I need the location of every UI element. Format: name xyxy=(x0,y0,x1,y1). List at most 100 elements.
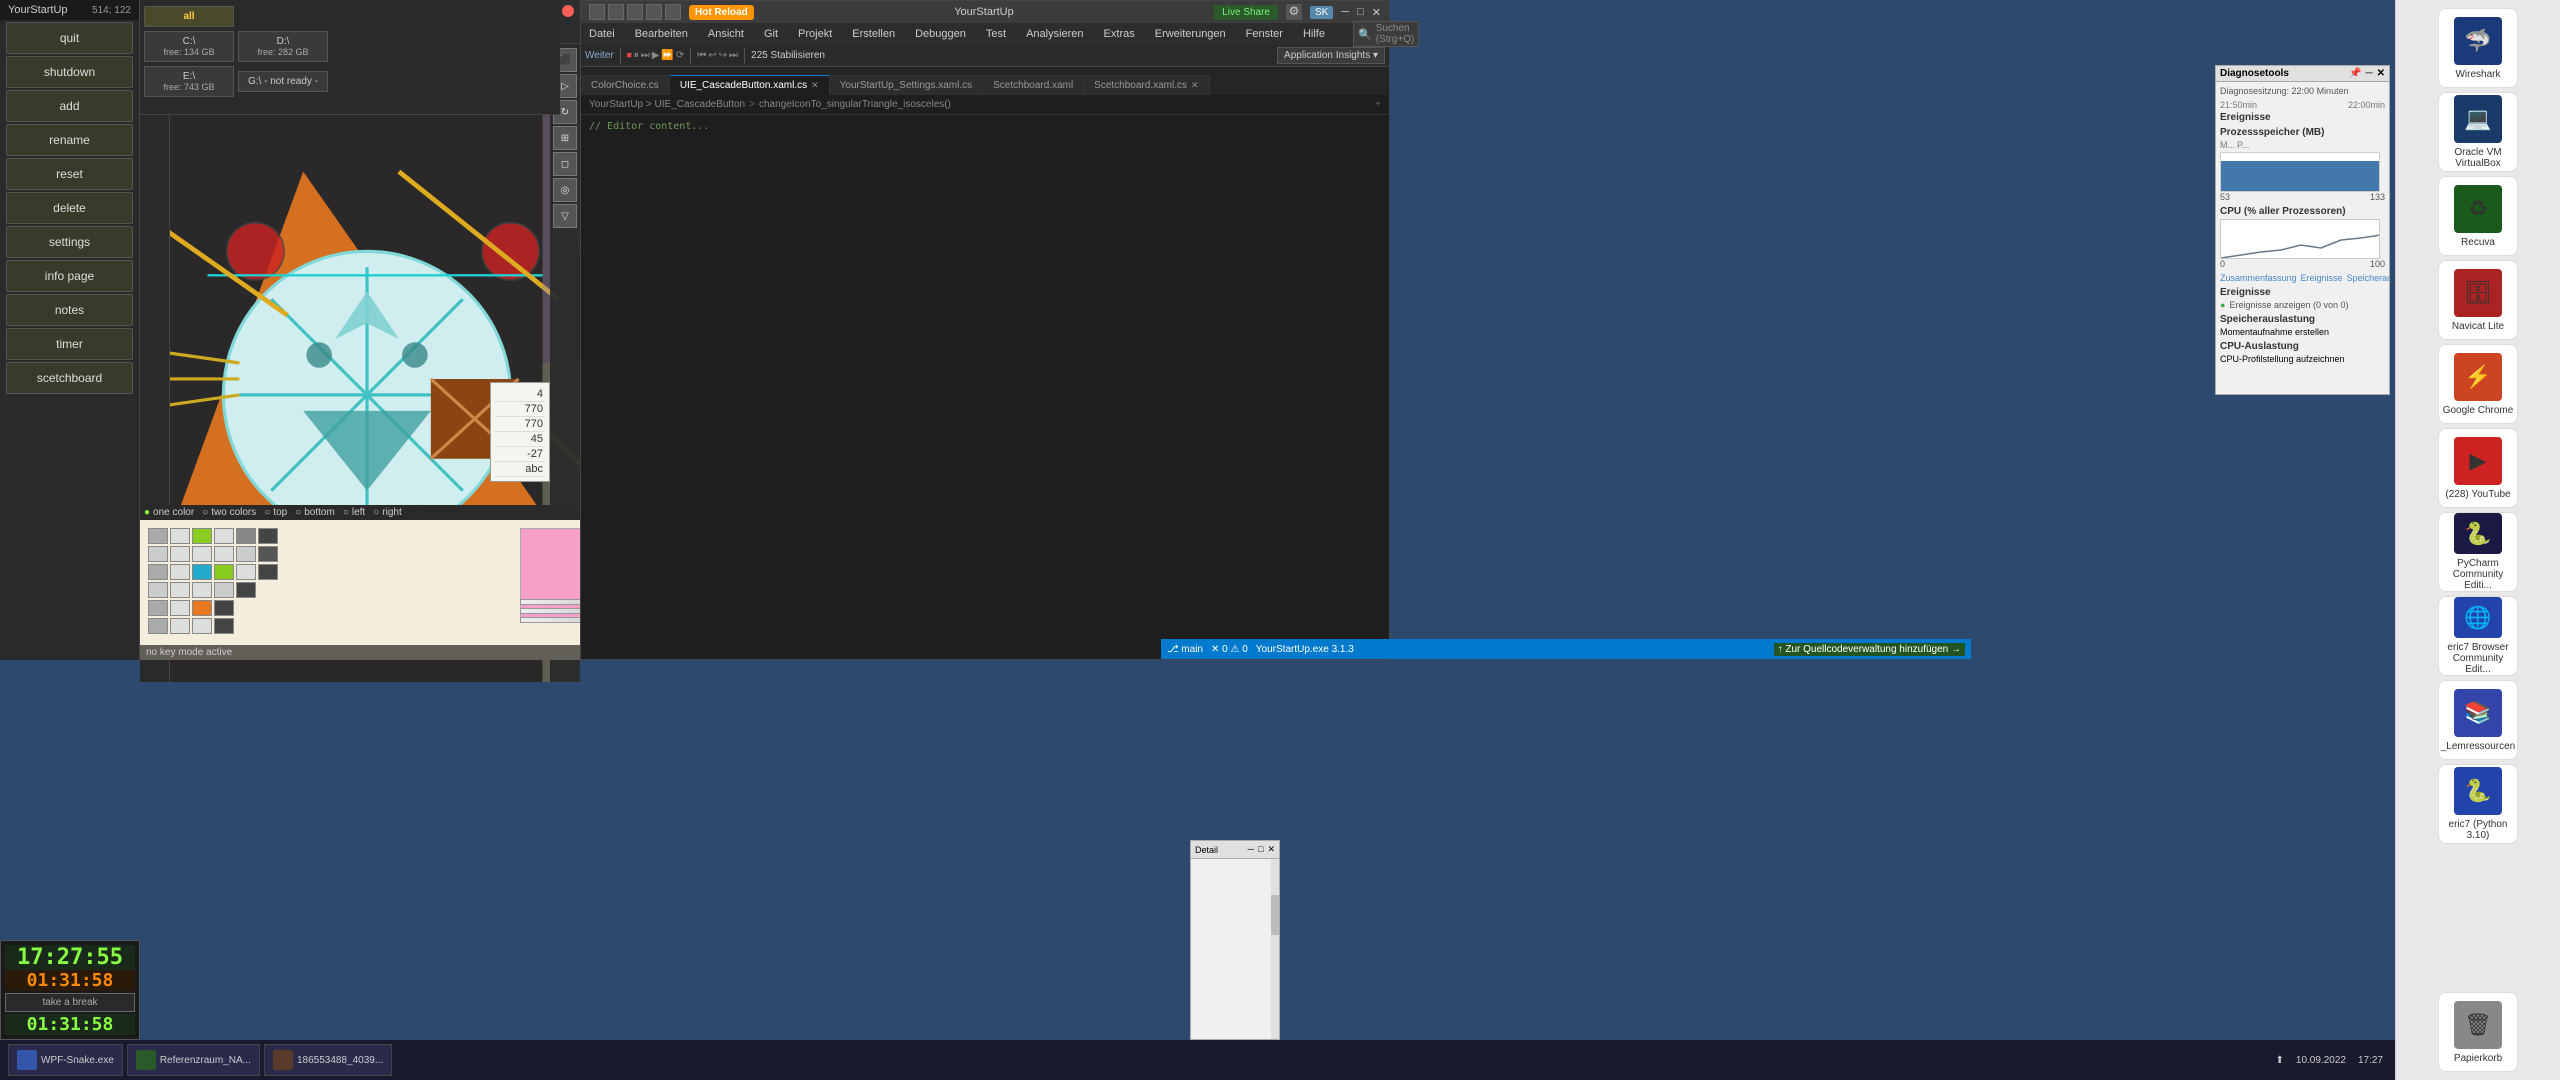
radio-top[interactable]: ○ top xyxy=(264,507,287,518)
drive-d[interactable]: D:\ free: 282 GB xyxy=(238,31,328,62)
tab-close-2[interactable]: ✕ xyxy=(1191,80,1199,91)
swatch-28[interactable] xyxy=(148,618,168,634)
vp-tool-camera[interactable]: ◻ xyxy=(553,152,577,176)
ide-editor[interactable]: // Editor content... xyxy=(581,115,1389,653)
taskbar-chrome[interactable]: ⚡ Google Chrome xyxy=(2438,344,2518,424)
step-btn[interactable]: ⏭ xyxy=(641,50,650,61)
ide-icon-2[interactable] xyxy=(608,4,624,20)
swatch-18[interactable] xyxy=(258,564,278,580)
menu-erweiterungen[interactable]: Erweiterungen xyxy=(1151,26,1230,42)
ide-icon-1[interactable] xyxy=(589,4,605,20)
diag-cpu-record-btn[interactable]: CPU-Profilstellung aufzeichnen xyxy=(2220,354,2385,364)
sidebar-btn-shutdown[interactable]: shutdown xyxy=(6,56,133,88)
swatch-29[interactable] xyxy=(170,618,190,634)
float-expand[interactable]: □ xyxy=(1258,844,1263,855)
status-sourcecode[interactable]: ↑ Zur Quellcodeverwaltung hinzufügen → xyxy=(1774,643,1965,656)
tab-cascade-button[interactable]: UIE_CascadeButton.xaml.cs ✕ xyxy=(670,75,830,95)
sidebar-btn-rename[interactable]: rename xyxy=(6,124,133,156)
swatch-26[interactable] xyxy=(192,600,212,616)
diag-minimize[interactable]: ─ xyxy=(2366,68,2373,79)
menu-bearbeiten[interactable]: Bearbeiten xyxy=(631,26,692,42)
radio-one-color[interactable]: ● one color xyxy=(144,507,194,518)
drive-all[interactable]: all xyxy=(144,6,234,27)
ide-icon-4[interactable] xyxy=(646,4,662,20)
swatch-5[interactable] xyxy=(236,528,256,544)
take-break-btn[interactable]: take a break xyxy=(5,993,135,1012)
menu-git[interactable]: Git xyxy=(760,26,782,42)
float-close[interactable]: ✕ xyxy=(1267,844,1275,855)
play3-btn[interactable]: ⟳ xyxy=(676,50,684,61)
taskbar-wpf-snake[interactable]: WPF-Snake.exe xyxy=(8,1044,123,1076)
taskbar-navicat[interactable]: 🗄 Navicat Lite xyxy=(2438,260,2518,340)
sidebar-btn-quit[interactable]: quit xyxy=(6,22,133,54)
swatch-11[interactable] xyxy=(236,546,256,562)
swatch-7[interactable] xyxy=(148,546,168,562)
diag-tab-zusammenfassung[interactable]: Zusammenfassung xyxy=(2220,273,2297,283)
diag-close-icon[interactable]: ✕ xyxy=(2377,68,2385,79)
win-maximize-ide[interactable]: □ xyxy=(1357,6,1364,18)
swatch-8[interactable] xyxy=(170,546,190,562)
tab-color-choice[interactable]: ColorChoice.cs xyxy=(581,75,670,95)
swatch-25[interactable] xyxy=(170,600,190,616)
sidebar-btn-scetchboard[interactable]: scetchboard xyxy=(6,362,133,394)
diag-tab-ereignisse[interactable]: Ereignisse xyxy=(2301,273,2343,283)
pause-btn[interactable]: ⏸ xyxy=(634,50,639,61)
tab-scetchboard-xaml[interactable]: Scetchboard.xaml xyxy=(983,75,1084,95)
menu-datei[interactable]: Datei xyxy=(585,26,619,42)
menu-fenster[interactable]: Fenster xyxy=(1242,26,1287,42)
taskbar-recuva[interactable]: ♻ Recuva xyxy=(2438,176,2518,256)
sidebar-btn-timer[interactable]: timer xyxy=(6,328,133,360)
swatch-17[interactable] xyxy=(236,564,256,580)
swatch-19[interactable] xyxy=(148,582,168,598)
sidebar-btn-add[interactable]: add xyxy=(6,90,133,122)
win-minimize-ide[interactable]: ─ xyxy=(1341,6,1349,18)
ide-settings-icon[interactable]: ⚙ xyxy=(1286,4,1302,20)
swatch-1[interactable] xyxy=(148,528,168,544)
swatch-31[interactable] xyxy=(214,618,234,634)
sidebar-btn-notes[interactable]: notes xyxy=(6,294,133,326)
vp-tool-light[interactable]: ◎ xyxy=(553,178,577,202)
menu-analysieren[interactable]: Analysieren xyxy=(1022,26,1087,42)
vp-tool-5[interactable]: ▽ xyxy=(553,204,577,228)
swatch-6[interactable] xyxy=(258,528,278,544)
float-minimize[interactable]: ─ xyxy=(1248,844,1254,855)
tab-settings[interactable]: YourStartUp_Settings.xaml.cs xyxy=(830,75,983,95)
menu-projekt[interactable]: Projekt xyxy=(794,26,836,42)
nav-btn-4[interactable]: ⏭ xyxy=(729,50,738,61)
radio-right[interactable]: ○ right xyxy=(373,507,402,518)
menu-extras[interactable]: Extras xyxy=(1100,26,1139,42)
swatch-14[interactable] xyxy=(170,564,190,580)
diag-tab-speicherauslastung[interactable]: Speicherauslastung xyxy=(2347,273,2389,283)
swatch-15[interactable] xyxy=(192,564,212,580)
menu-hilfe[interactable]: Hilfe xyxy=(1299,26,1329,42)
live-share-btn[interactable]: Live Share xyxy=(1214,5,1278,20)
tab-scetchboard-cs[interactable]: Scetchboard.xaml.cs ✕ xyxy=(1084,75,1209,95)
play2-btn[interactable]: ⏩ xyxy=(661,50,673,61)
drive-c[interactable]: C:\ free: 134 GB xyxy=(144,31,234,62)
menu-erstellen[interactable]: Erstellen xyxy=(848,26,899,42)
play-btn[interactable]: ▶ xyxy=(652,50,660,61)
taskbar-virtualbox[interactable]: 💻 Oracle VM VirtualBox xyxy=(2438,92,2518,172)
sidebar-btn-info-page[interactable]: info page xyxy=(6,260,133,292)
radio-two-colors[interactable]: ○ two colors xyxy=(202,507,256,518)
ide-icon-5[interactable] xyxy=(665,4,681,20)
taskbar-eric7-python[interactable]: 🐍 eric7 (Python 3.10) xyxy=(2438,764,2518,844)
swatch-12[interactable] xyxy=(258,546,278,562)
expand-btn[interactable]: + xyxy=(1375,99,1381,110)
menu-ansicht[interactable]: Ansicht xyxy=(704,26,748,42)
stop-btn[interactable]: ⏹ xyxy=(627,50,632,61)
taskbar-wireshark[interactable]: 🦈 Wireshark xyxy=(2438,8,2518,88)
float-scroll-thumb[interactable] xyxy=(1271,895,1279,935)
tab-close-1[interactable]: ✕ xyxy=(811,80,819,91)
radio-left[interactable]: ○ left xyxy=(343,507,365,518)
diag-pin-icon[interactable]: 📌 xyxy=(2349,68,2361,79)
ue-close-btn[interactable] xyxy=(562,5,574,17)
menu-debuggen[interactable]: Debuggen xyxy=(911,26,970,42)
app-insights-btn[interactable]: Application Insights ▾ xyxy=(1277,47,1385,64)
swatch-27[interactable] xyxy=(214,600,234,616)
taskbar-pycharm[interactable]: 🐍 PyCharm Community Editi... xyxy=(2438,512,2518,592)
nav-btn-3[interactable]: ↪ xyxy=(719,50,727,61)
swatch-22[interactable] xyxy=(214,582,234,598)
drive-e[interactable]: E:\ free: 743 GB xyxy=(144,66,234,97)
swatch-16[interactable] xyxy=(214,564,234,580)
